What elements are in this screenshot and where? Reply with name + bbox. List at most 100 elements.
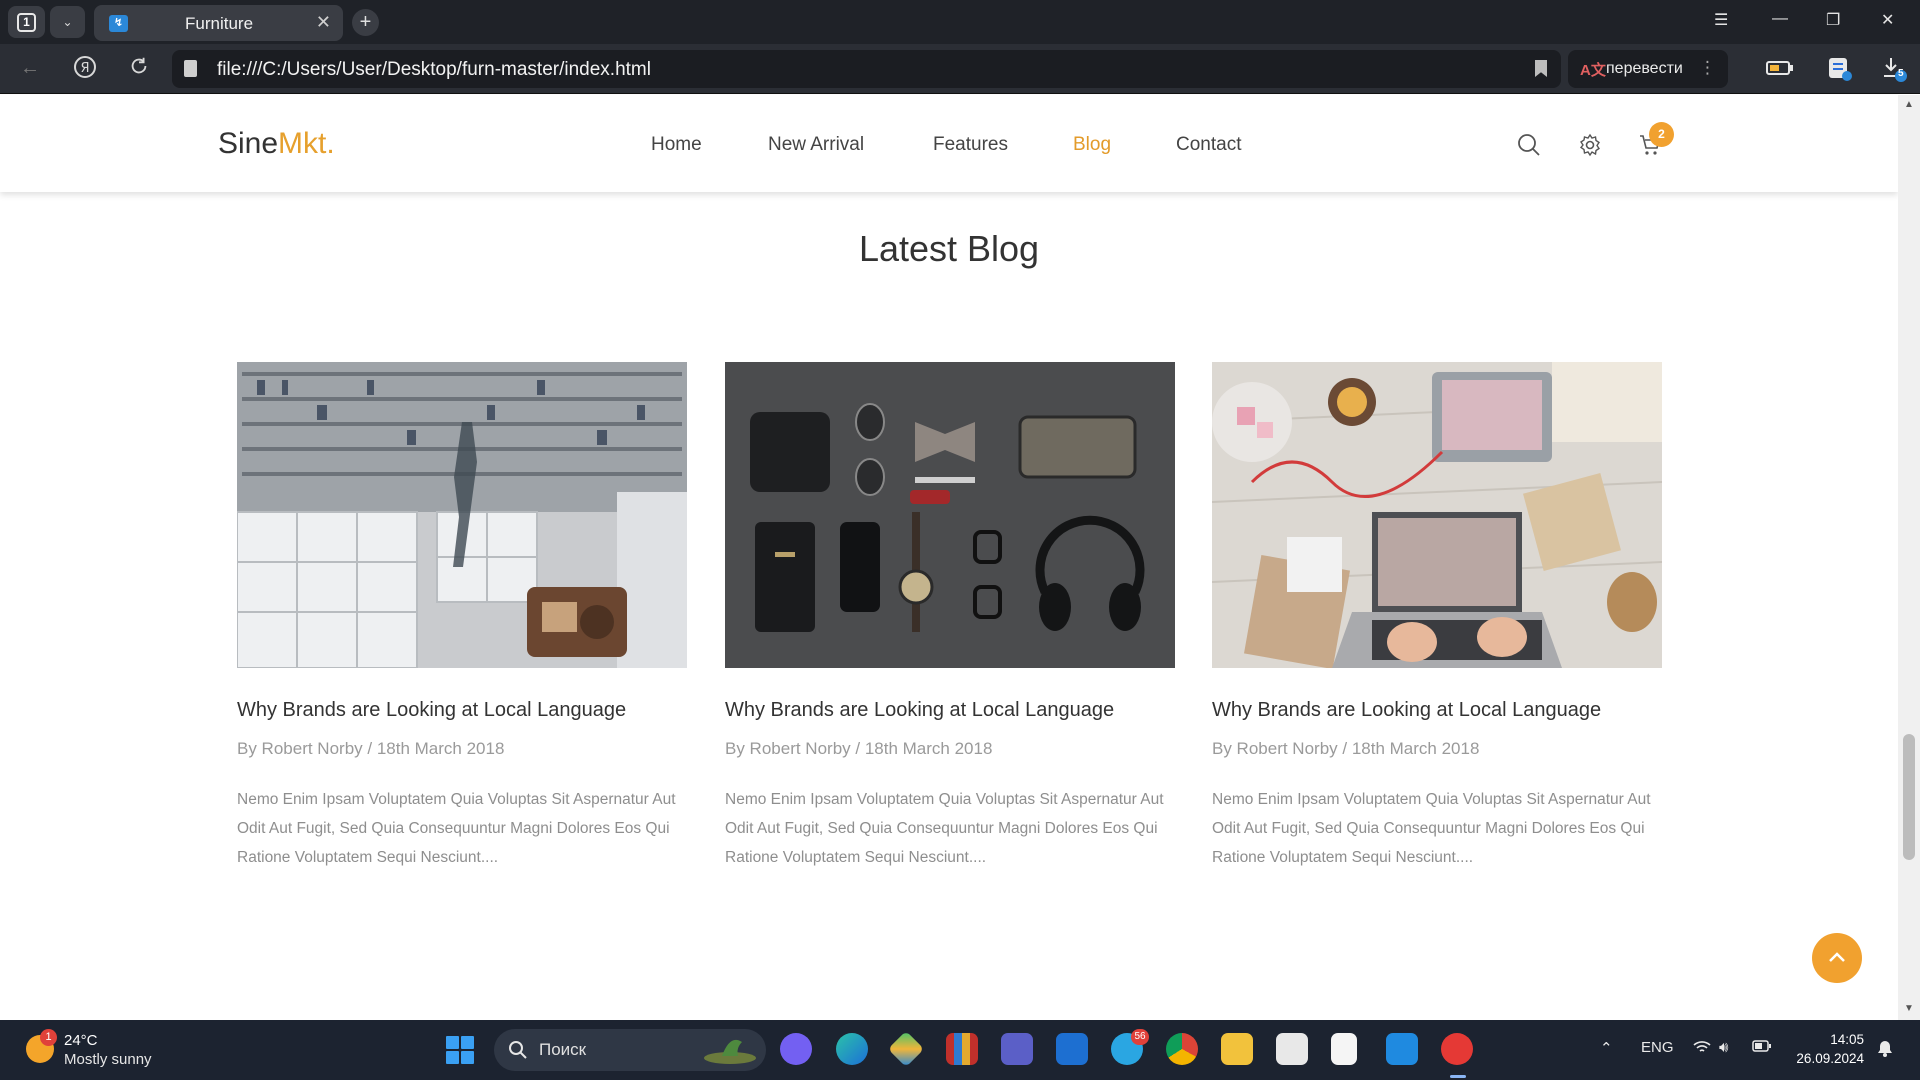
cart-count-badge: 2 bbox=[1649, 122, 1674, 147]
address-toolbar: ← Я file:///C:/Users/User/Desktop/furn-m… bbox=[0, 44, 1920, 94]
git-icon[interactable] bbox=[887, 1030, 925, 1068]
reload-button[interactable] bbox=[128, 55, 150, 83]
menu-icon[interactable]: ☰ bbox=[1714, 10, 1728, 30]
blog-post-meta: By Robert Norby / 18th March 2018 bbox=[237, 739, 505, 758]
tabs-dropdown-button[interactable]: ⌄ bbox=[50, 6, 85, 38]
nav-home[interactable]: Home bbox=[651, 134, 702, 156]
clock-date: 26.09.2024 bbox=[1796, 1051, 1864, 1066]
blog-image-desk-laptop[interactable] bbox=[1212, 362, 1662, 668]
telegram-badge: 56 bbox=[1131, 1029, 1149, 1045]
translate-button[interactable]: A文 перевести ⋮ bbox=[1568, 50, 1728, 88]
battery-icon[interactable] bbox=[1752, 1039, 1772, 1057]
wifi-icon[interactable] bbox=[1692, 1039, 1712, 1059]
blog-post-meta: By Robert Norby / 18th March 2018 bbox=[1212, 739, 1480, 758]
yandex-icon: Я bbox=[74, 56, 96, 78]
tab-counter-button[interactable]: 1 bbox=[8, 6, 45, 38]
blog-card-1: Why Brands are Looking at Local Language… bbox=[237, 362, 687, 866]
search-icon[interactable] bbox=[1517, 133, 1541, 162]
logo-dot: . bbox=[326, 127, 335, 160]
chrome-icon[interactable] bbox=[1166, 1033, 1198, 1065]
scroll-down-arrow-icon[interactable]: ▼ bbox=[1904, 1003, 1914, 1014]
edge-icon[interactable] bbox=[836, 1033, 868, 1065]
blog-post-title[interactable]: Why Brands are Looking at Local Language bbox=[237, 699, 626, 722]
search-icon bbox=[509, 1041, 527, 1059]
translate-label: перевести bbox=[1606, 60, 1683, 77]
scroll-to-top-button[interactable] bbox=[1812, 933, 1862, 983]
page-scrollbar[interactable]: ▲ ▼ bbox=[1898, 95, 1920, 1020]
scroll-up-arrow-icon[interactable]: ▲ bbox=[1904, 99, 1914, 110]
close-window-button[interactable]: ✕ bbox=[1881, 10, 1894, 30]
blog-post-title[interactable]: Why Brands are Looking at Local Language bbox=[725, 699, 1114, 722]
store-icon[interactable] bbox=[1276, 1033, 1308, 1065]
nav-blog[interactable]: Blog bbox=[1073, 134, 1111, 156]
section-title: Latest Blog bbox=[858, 228, 1040, 269]
minimize-button[interactable]: — bbox=[1772, 10, 1788, 28]
bookmark-icon[interactable] bbox=[1535, 60, 1547, 77]
tab-title: Furniture bbox=[185, 14, 254, 33]
yandex-browser-icon[interactable] bbox=[1441, 1033, 1473, 1065]
more-vertical-icon[interactable]: ⋮ bbox=[1699, 58, 1716, 78]
weather-temp: 24°C bbox=[64, 1032, 98, 1049]
taskbar-search[interactable]: Поиск bbox=[494, 1029, 766, 1071]
new-tab-button[interactable]: + bbox=[352, 9, 379, 36]
downloads-badge: 5 bbox=[1898, 68, 1904, 79]
downloads-button[interactable]: 5 bbox=[1881, 56, 1907, 87]
blog-image-accessories-flatlay[interactable] bbox=[725, 362, 1175, 668]
document-icon[interactable] bbox=[1331, 1033, 1357, 1065]
file-explorer-icon[interactable] bbox=[1221, 1033, 1253, 1065]
blog-card-3: Why Brands are Looking at Local Language… bbox=[1212, 362, 1662, 866]
clock-time: 14:05 bbox=[1830, 1032, 1864, 1047]
vscode-icon[interactable] bbox=[1386, 1033, 1418, 1065]
blog-post-excerpt: Nemo Enim Ipsam Voluptatem Quia Voluptas… bbox=[725, 791, 1164, 866]
chevron-up-icon bbox=[1829, 952, 1845, 962]
notification-bell-icon[interactable] bbox=[1876, 1039, 1894, 1061]
nav-features[interactable]: Features bbox=[933, 134, 1008, 156]
favicon-icon: ↯ bbox=[109, 15, 128, 32]
battery-saver-icon[interactable] bbox=[1766, 60, 1794, 81]
blog-card-2: Why Brands are Looking at Local Language… bbox=[725, 362, 1175, 866]
active-app-indicator bbox=[1450, 1075, 1466, 1078]
blog-post-meta: By Robert Norby / 18th March 2018 bbox=[725, 739, 993, 758]
logo-main: Sine bbox=[218, 127, 279, 160]
site-header: SineMkt. Home New Arrival Features Blog … bbox=[0, 95, 1898, 192]
tab-furniture[interactable]: ↯ Furniture ✕ bbox=[94, 5, 343, 41]
settings-gear-icon[interactable] bbox=[1578, 133, 1602, 162]
start-button[interactable] bbox=[446, 1036, 474, 1064]
winrar-icon[interactable] bbox=[946, 1033, 978, 1065]
restore-button[interactable]: ❐ bbox=[1826, 10, 1840, 30]
translate-icon: A文 bbox=[1580, 62, 1606, 79]
chevron-up-icon[interactable]: ⌃ bbox=[1600, 1039, 1613, 1057]
language-indicator[interactable]: ENG bbox=[1641, 1039, 1674, 1056]
windows-logo-icon bbox=[446, 1036, 459, 1049]
logo-accent: Mkt bbox=[278, 127, 327, 160]
blog-post-excerpt: Nemo Enim Ipsam Voluptatem Quia Voluptas… bbox=[1212, 791, 1651, 866]
url-text[interactable]: file:///C:/Users/User/Desktop/furn-maste… bbox=[217, 59, 651, 81]
taskbar: 1 24°C Mostly sunny Поиск 56 ⌃ ENG 🔊︎ 14… bbox=[0, 1020, 1920, 1080]
scrollbar-thumb[interactable] bbox=[1903, 734, 1915, 860]
close-tab-icon[interactable]: ✕ bbox=[316, 12, 331, 33]
blog-post-excerpt: Nemo Enim Ipsam Voluptatem Quia Voluptas… bbox=[237, 791, 676, 866]
search-highlight-icon bbox=[704, 1039, 756, 1064]
reload-icon bbox=[131, 57, 147, 74]
svg-text:Я: Я bbox=[80, 61, 89, 76]
extension-icon[interactable] bbox=[1827, 56, 1853, 87]
tab-count: 1 bbox=[17, 13, 36, 32]
file-icon bbox=[184, 60, 197, 77]
viber-icon[interactable] bbox=[780, 1033, 812, 1065]
search-label: Поиск bbox=[539, 1040, 587, 1059]
chevron-down-icon: ⌄ bbox=[62, 15, 73, 29]
yandex-button[interactable]: Я bbox=[73, 55, 97, 85]
back-button[interactable]: ← bbox=[20, 57, 40, 80]
url-field[interactable]: file:///C:/Users/User/Desktop/furn-maste… bbox=[172, 50, 1561, 88]
teams-icon[interactable] bbox=[1001, 1033, 1033, 1065]
browser-tab-bar: 1 ⌄ ↯ Furniture ✕ + ☰ — ❐ ✕ bbox=[0, 0, 1920, 44]
nav-new-arrival[interactable]: New Arrival bbox=[768, 134, 864, 156]
system-clock[interactable]: 14:05 26.09.2024 bbox=[1784, 1030, 1864, 1068]
volume-icon[interactable]: 🔊︎ bbox=[1719, 1039, 1728, 1056]
outlook-icon[interactable] bbox=[1056, 1033, 1088, 1065]
site-logo[interactable]: SineMkt. bbox=[218, 127, 335, 161]
blog-image-shop-interior[interactable] bbox=[237, 362, 687, 668]
weather-badge: 1 bbox=[40, 1029, 57, 1046]
blog-post-title[interactable]: Why Brands are Looking at Local Language bbox=[1212, 699, 1601, 722]
nav-contact[interactable]: Contact bbox=[1176, 134, 1241, 156]
